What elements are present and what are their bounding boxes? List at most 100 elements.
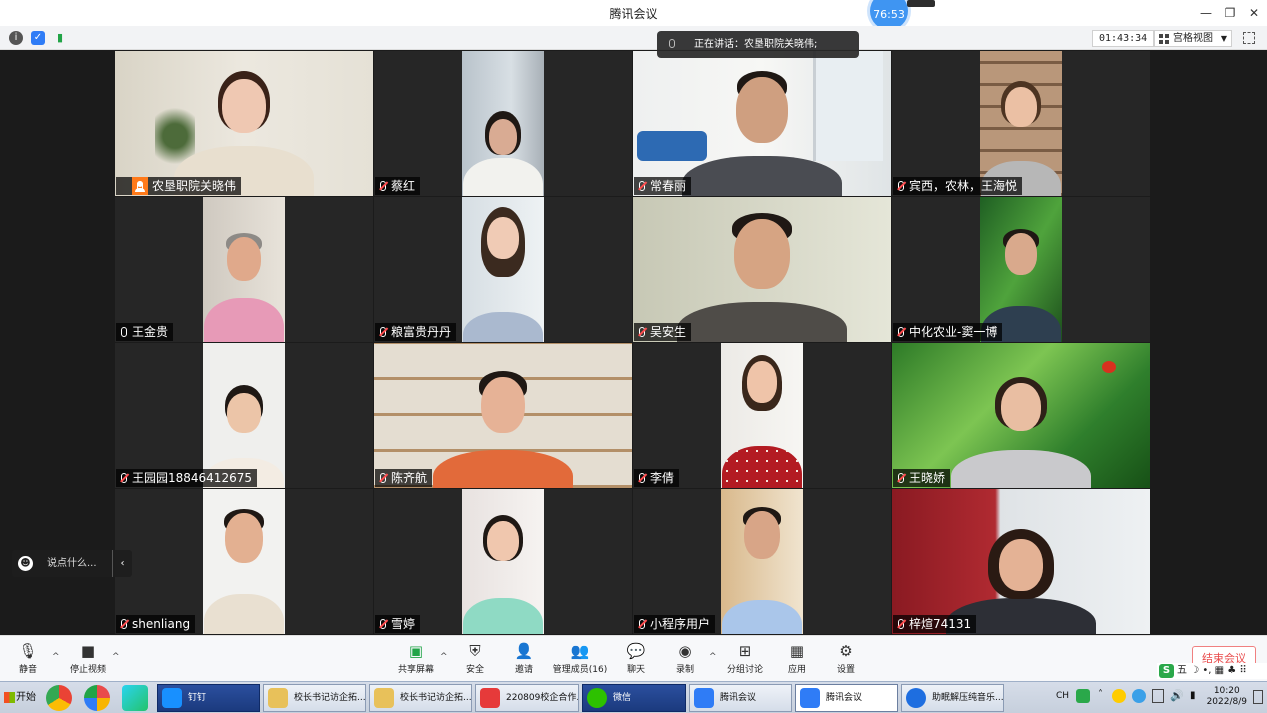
participant-nameplate: 小程序用户	[634, 615, 716, 633]
share-screen-button[interactable]: ▣ 共享屏幕	[384, 642, 448, 678]
taskbar-item-label: 钉钉	[188, 693, 207, 703]
taskbar-item-wps[interactable]: 220809校企合作...	[475, 684, 579, 712]
microphone-icon	[669, 39, 675, 48]
mic-on-icon	[121, 327, 127, 337]
video-tile[interactable]: shenliang	[115, 489, 373, 634]
emoji-icon[interactable]: ☻	[18, 556, 33, 571]
photo-app-icon[interactable]	[84, 685, 110, 711]
active-speaker-banner: 正在讲话：农垦职院关晓伟;	[657, 31, 859, 58]
restore-icon[interactable]: ❐	[1220, 3, 1240, 23]
taskbar-item-wechat[interactable]: 微信	[582, 684, 686, 712]
info-icon[interactable]: i	[9, 31, 23, 45]
chat-label: 聊天	[626, 665, 645, 675]
mic-muted-icon	[898, 473, 904, 483]
video-tile[interactable]: 梓煊74131	[892, 489, 1150, 634]
participant-name: 梓煊74131	[909, 617, 972, 631]
clock[interactable]: 10:20 2022/8/9	[1207, 686, 1247, 708]
video-tile[interactable]: 吴安生	[633, 197, 891, 342]
minimize-icon[interactable]: —	[1196, 3, 1216, 23]
video-tile[interactable]: 陈齐航	[374, 343, 632, 488]
video-feed	[633, 51, 891, 196]
taskbar-item-label: 腾讯会议	[826, 693, 863, 703]
record-button[interactable]: ◉ 录制	[653, 642, 717, 678]
tray-expand-icon[interactable]: ˄	[1098, 689, 1103, 700]
video-feed	[462, 51, 544, 196]
apps-icon: ▦	[789, 642, 805, 660]
mic-muted-icon	[898, 327, 904, 337]
video-tile[interactable]: 常春丽	[633, 51, 891, 196]
ime-toolbar[interactable]: S 五 ☽ •, ▦ ♣ ⠿	[1157, 663, 1267, 679]
video-feed	[633, 197, 891, 342]
gear-icon: ⚙	[839, 642, 853, 660]
sogou-tray-icon[interactable]	[1076, 689, 1090, 703]
input-language[interactable]: CH	[1056, 691, 1069, 701]
participant-nameplate: 粮富贵丹丹	[375, 323, 457, 341]
participant-name: 李倩	[650, 471, 675, 485]
view-selector[interactable]: 宫格视图 ▼	[1154, 30, 1232, 47]
taskbar-item-label: 助眠解压纯音乐...	[932, 693, 1004, 703]
device-icon[interactable]	[1152, 689, 1164, 703]
camera-icon: ■	[80, 642, 96, 660]
shield-icon[interactable]: ✓	[31, 31, 45, 45]
settings-button[interactable]: ⚙ 设置	[814, 642, 878, 678]
view-selector-label: 宫格视图	[1173, 33, 1213, 44]
taskbar-item-music[interactable]: 助眠解压纯音乐...	[901, 684, 1004, 712]
video-tile[interactable]: 李倩	[633, 343, 891, 488]
collapse-chevron-icon[interactable]: ‹	[112, 550, 132, 577]
video-tile[interactable]: 王金贵	[115, 197, 373, 342]
video-player-icon[interactable]	[122, 685, 148, 711]
video-options-caret[interactable]: ^	[112, 652, 120, 662]
participant-name: 宾西，农林，王海悦	[909, 179, 1018, 193]
taskbar-item-label: 校长书记访企拓...	[400, 693, 472, 703]
video-tile[interactable]: 宾西，农林，王海悦	[892, 51, 1150, 196]
mute-button[interactable]: 🎙 静音	[0, 642, 60, 678]
video-tile[interactable]: 蔡红	[374, 51, 632, 196]
folder-icon	[268, 688, 288, 708]
taskbar-item-tencent-meeting-active[interactable]: 腾讯会议	[795, 684, 898, 712]
chrome-icon[interactable]	[46, 685, 72, 711]
volume-icon[interactable]: 🔊	[1170, 689, 1184, 702]
invite-button[interactable]: 👤 邀请	[492, 642, 556, 678]
video-tile[interactable]: 王晓娇	[892, 343, 1150, 488]
taskbar-item-folder[interactable]: 校长书记访企拓...	[369, 684, 472, 712]
mic-on-icon	[137, 181, 143, 191]
meeting-toolbar: 🎙 静音 ^ ■ 停止视频 ^ ▣ 共享屏幕 ^ ⛨ 安全 👤 邀请 👥 管理成…	[0, 635, 1267, 681]
tencent-meeting-window: 腾讯会议 76:53 — ❐ ✕ i ✓ ▮ 01:43:34 宫格视图 ▼ 正…	[0, 0, 1267, 713]
mute-label: 静音	[18, 665, 37, 675]
signal-icon[interactable]: ▮	[53, 31, 67, 45]
mic-muted-icon	[380, 327, 386, 337]
grid-view-icon	[1159, 34, 1169, 44]
video-tile[interactable]: 小程序用户	[633, 489, 891, 634]
notification-icon[interactable]	[1253, 690, 1263, 704]
participant-nameplate: 梓煊74131	[893, 615, 977, 633]
video-tile[interactable]: 农垦职院关晓伟	[115, 51, 373, 196]
taskbar-item-dingtalk[interactable]: 钉钉	[157, 684, 260, 712]
wifi-icon[interactable]: ▮	[1190, 690, 1196, 701]
share-screen-label: 共享屏幕	[397, 665, 434, 675]
taskbar-item-folder[interactable]: 校长书记访企拓...	[263, 684, 366, 712]
manage-members-button[interactable]: 👥 管理成员(16)	[548, 642, 612, 678]
chat-input-bubble[interactable]: ☻ 说点什么... ‹	[12, 550, 132, 577]
start-button[interactable]: 开始	[2, 686, 36, 710]
fullscreen-icon[interactable]	[1243, 32, 1255, 44]
network-tray-icon[interactable]	[1132, 689, 1146, 703]
stop-video-button[interactable]: ■ 停止视频	[56, 642, 120, 678]
os-taskbar: 开始 钉钉 校长书记访企拓... 校长书记访企拓... 220809校企合作..…	[0, 681, 1267, 713]
qq-icon[interactable]	[1112, 689, 1126, 703]
taskbar-item-tencent-meeting[interactable]: 腾讯会议	[689, 684, 792, 712]
meeting-timer: 01:43:34	[1092, 30, 1155, 47]
tencent-meeting-icon	[694, 688, 714, 708]
video-tile[interactable]: 雪婷	[374, 489, 632, 634]
participant-nameplate: 中化农业-窦一博	[893, 323, 1003, 341]
video-feed	[374, 343, 632, 488]
mic-muted-icon	[121, 473, 127, 483]
video-tile[interactable]: 中化农业-窦一博	[892, 197, 1150, 342]
clock-date: 2022/8/9	[1206, 697, 1247, 707]
video-feed	[721, 489, 803, 634]
video-tile[interactable]: 王园园18846412675	[115, 343, 373, 488]
breakout-icon: ⊞	[738, 642, 752, 660]
video-feed	[462, 197, 544, 342]
video-tile[interactable]: 粮富贵丹丹	[374, 197, 632, 342]
close-icon[interactable]: ✕	[1244, 3, 1264, 23]
sogou-ime-icon: S	[1159, 664, 1174, 678]
